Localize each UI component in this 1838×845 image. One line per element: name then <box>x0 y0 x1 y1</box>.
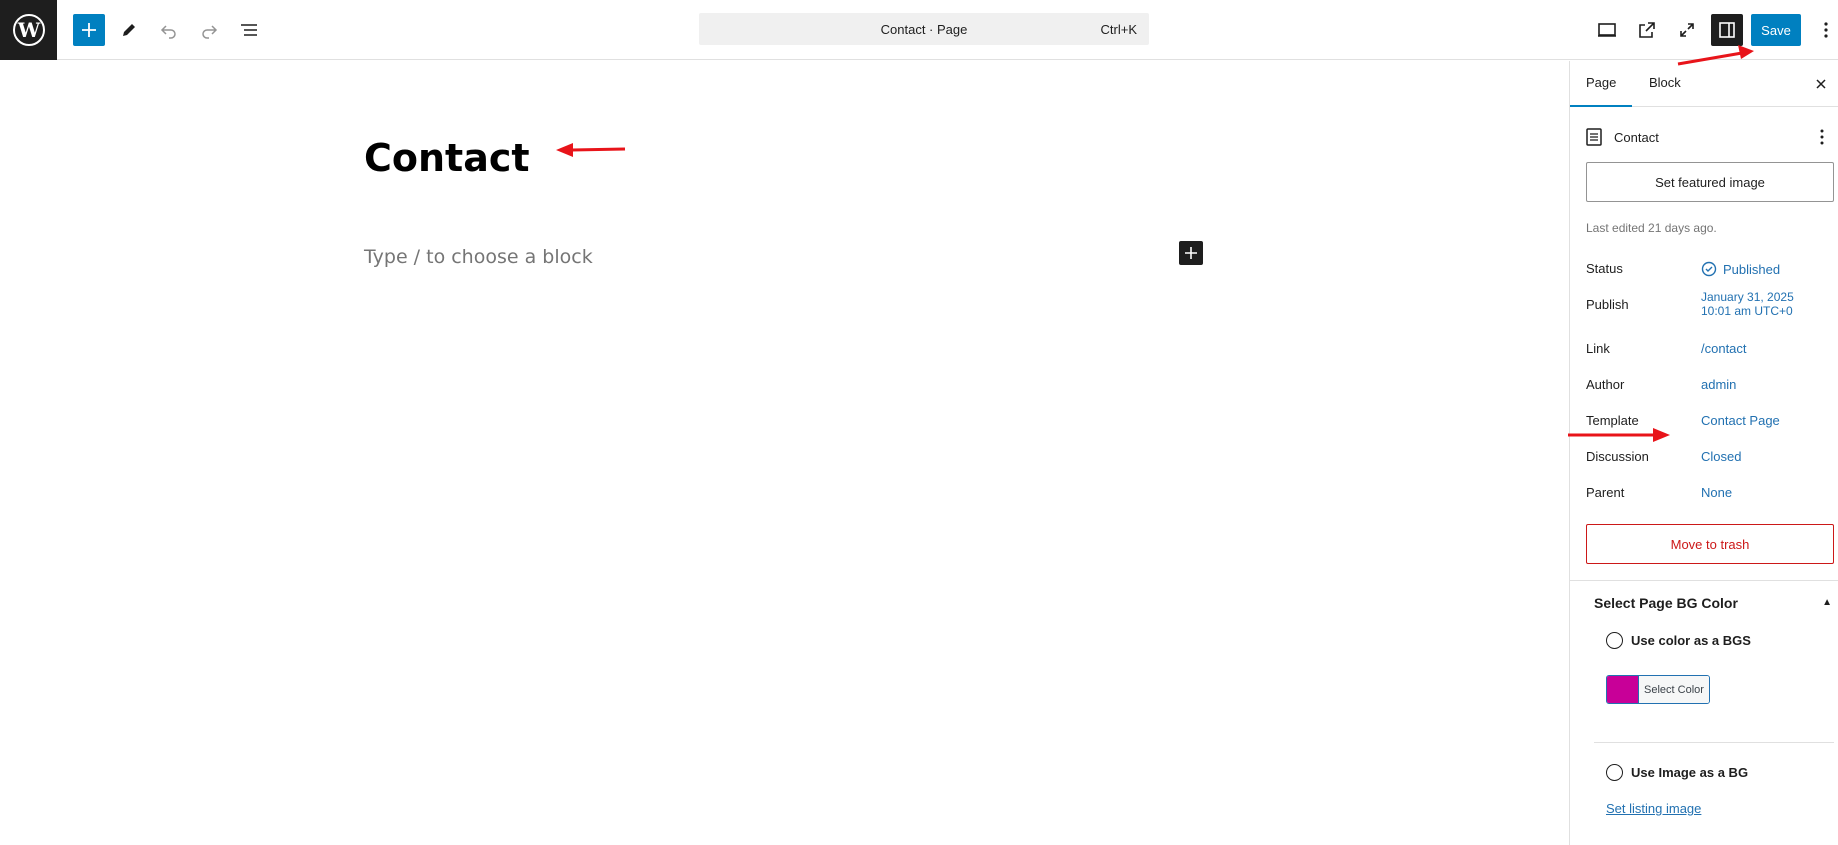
publish-date: January 31, 2025 <box>1701 290 1794 304</box>
settings-sidebar-toggle[interactable] <box>1711 14 1743 46</box>
meta-key: Link <box>1586 341 1610 356</box>
sidebar-icon <box>1719 22 1735 38</box>
use-color-option[interactable]: Use color as a BGS <box>1606 632 1751 649</box>
options-menu-button[interactable] <box>1810 14 1838 46</box>
use-color-radio[interactable] <box>1606 632 1623 649</box>
tools-button[interactable] <box>113 14 145 46</box>
page-title-heading[interactable]: Contact <box>364 136 530 180</box>
inline-block-inserter[interactable] <box>1179 241 1203 265</box>
redo-icon <box>202 25 218 39</box>
list-view-icon <box>241 24 257 36</box>
command-shortcut-label: Ctrl+K <box>1100 22 1137 37</box>
redo-button[interactable] <box>193 14 225 46</box>
meta-key: Publish <box>1586 297 1629 312</box>
desktop-icon <box>1598 23 1616 37</box>
meta-key: Discussion <box>1586 449 1649 464</box>
meta-key: Status <box>1586 261 1623 276</box>
meta-key: Parent <box>1586 485 1625 500</box>
document-actions-button[interactable] <box>1810 125 1834 152</box>
tab-block[interactable]: Block <box>1633 61 1697 107</box>
meta-key: Author <box>1586 377 1625 392</box>
select-color-label: Select Color <box>1638 676 1709 703</box>
set-listing-image-link[interactable]: Set listing image <box>1606 801 1701 816</box>
parent-value-button[interactable]: None <box>1701 485 1732 500</box>
caret-up-icon[interactable]: ▲ <box>1822 597 1832 608</box>
discussion-value-button[interactable]: Closed <box>1701 449 1741 464</box>
author-value-button[interactable]: admin <box>1701 377 1736 392</box>
vertical-ellipsis-icon <box>1824 22 1828 38</box>
set-featured-image-button[interactable]: Set featured image <box>1586 162 1834 202</box>
view-page-button[interactable] <box>1631 14 1663 46</box>
panel-divider <box>1570 580 1838 581</box>
vertical-ellipsis-icon <box>1820 129 1824 145</box>
svg-text:W: W <box>16 18 40 42</box>
fullscreen-button[interactable] <box>1671 14 1703 46</box>
external-link-icon <box>1639 22 1655 38</box>
last-edited-text: Last edited 21 days ago. <box>1586 221 1717 235</box>
meta-key: Template <box>1586 413 1639 428</box>
editor-topbar: W Contact · Page Ctrl+K Save <box>0 0 1838 60</box>
tab-page[interactable]: Page <box>1570 61 1633 107</box>
inner-divider <box>1594 742 1834 743</box>
save-button[interactable]: Save <box>1751 14 1801 46</box>
sidebar-tabs: Page Block <box>1570 61 1838 107</box>
fullscreen-icon <box>1680 23 1694 37</box>
published-check-icon <box>1701 261 1717 277</box>
document-overview-button[interactable] <box>233 14 265 46</box>
undo-icon <box>160 25 176 39</box>
status-value-button[interactable]: Published <box>1701 261 1780 277</box>
use-color-label: Use color as a BGS <box>1631 633 1751 648</box>
plus-icon <box>82 23 96 37</box>
wordpress-icon: W <box>12 14 45 46</box>
page-icon <box>1586 128 1602 146</box>
close-sidebar-button[interactable] <box>1809 72 1833 96</box>
document-title-label: Contact · Page <box>880 22 968 37</box>
use-image-label: Use Image as a BG <box>1631 765 1749 780</box>
settings-sidebar: Page Block Contact Set featured image La… <box>1569 61 1838 845</box>
template-value-button[interactable]: Contact Page <box>1701 413 1780 428</box>
wordpress-logo-button[interactable]: W <box>0 0 57 60</box>
close-icon <box>1816 79 1826 89</box>
use-image-radio[interactable] <box>1606 764 1623 781</box>
color-swatch <box>1607 676 1638 703</box>
publish-date-button[interactable]: January 31, 2025 10:01 am UTC+0 <box>1701 290 1794 318</box>
bg-color-panel-title[interactable]: Select Page BG Color <box>1594 595 1738 611</box>
add-block-button[interactable] <box>73 14 105 46</box>
pencil-icon <box>123 24 135 36</box>
document-summary: Contact <box>1586 125 1836 149</box>
move-to-trash-button[interactable]: Move to trash <box>1586 524 1834 564</box>
command-palette-bar[interactable]: Contact · Page Ctrl+K <box>699 13 1149 45</box>
publish-time: 10:01 am UTC+0 <box>1701 304 1793 318</box>
empty-block-placeholder[interactable]: Type / to choose a block <box>364 246 593 268</box>
undo-button[interactable] <box>153 14 185 46</box>
preview-button[interactable] <box>1591 14 1623 46</box>
use-image-option[interactable]: Use Image as a BG <box>1606 764 1748 781</box>
editor-canvas: Contact Type / to choose a block <box>0 61 1569 845</box>
link-value-button[interactable]: /contact <box>1701 341 1747 356</box>
select-color-button[interactable]: Select Color <box>1606 675 1710 704</box>
document-name: Contact <box>1614 129 1659 145</box>
status-value: Published <box>1723 261 1781 277</box>
plus-icon <box>1185 247 1197 259</box>
